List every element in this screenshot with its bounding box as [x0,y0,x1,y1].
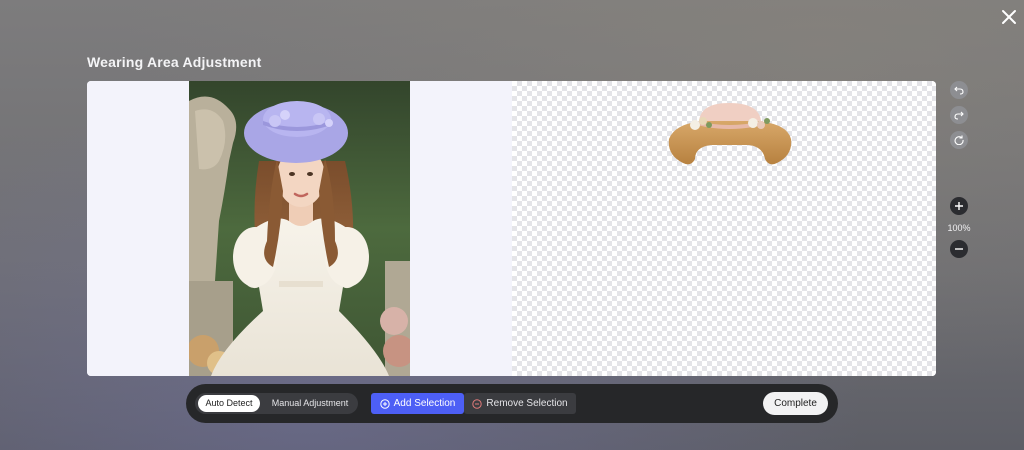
bottom-toolbar: Auto Detect Manual Adjustment Add Select… [186,384,838,423]
add-selection-label: Add Selection [393,398,456,409]
original-image-pane [87,81,512,376]
redo-button[interactable] [950,106,968,124]
redo-icon [954,111,964,120]
zoom-out-button[interactable] [950,240,968,258]
add-selection-button[interactable]: Add Selection [371,393,464,414]
zoom-in-button[interactable] [950,197,968,215]
undo-button[interactable] [950,81,968,99]
add-circle-icon [379,398,390,409]
zoom-level: 100% [947,223,971,233]
remove-selection-button[interactable]: Remove Selection [464,393,576,414]
close-icon [1002,10,1016,24]
minus-icon [955,248,963,250]
remove-selection-label: Remove Selection [486,398,568,409]
auto-detect-tab[interactable]: Auto Detect [198,395,260,412]
remove-circle-icon [472,398,483,409]
undo-icon [954,86,964,95]
reset-icon [954,135,964,145]
manual-adjustment-tab[interactable]: Manual Adjustment [263,395,357,412]
reset-button[interactable] [950,131,968,149]
side-toolbar: 100% [946,80,972,270]
plus-icon [955,202,963,210]
model-photo [189,81,410,376]
preview-panel [87,81,936,376]
mode-toggle: Auto Detect Manual Adjustment [195,393,358,414]
dialog-title: Wearing Area Adjustment [87,54,262,70]
close-button[interactable] [998,6,1020,28]
hat-cutout [665,99,795,171]
cutout-preview-pane [512,81,936,376]
complete-button[interactable]: Complete [763,392,828,415]
